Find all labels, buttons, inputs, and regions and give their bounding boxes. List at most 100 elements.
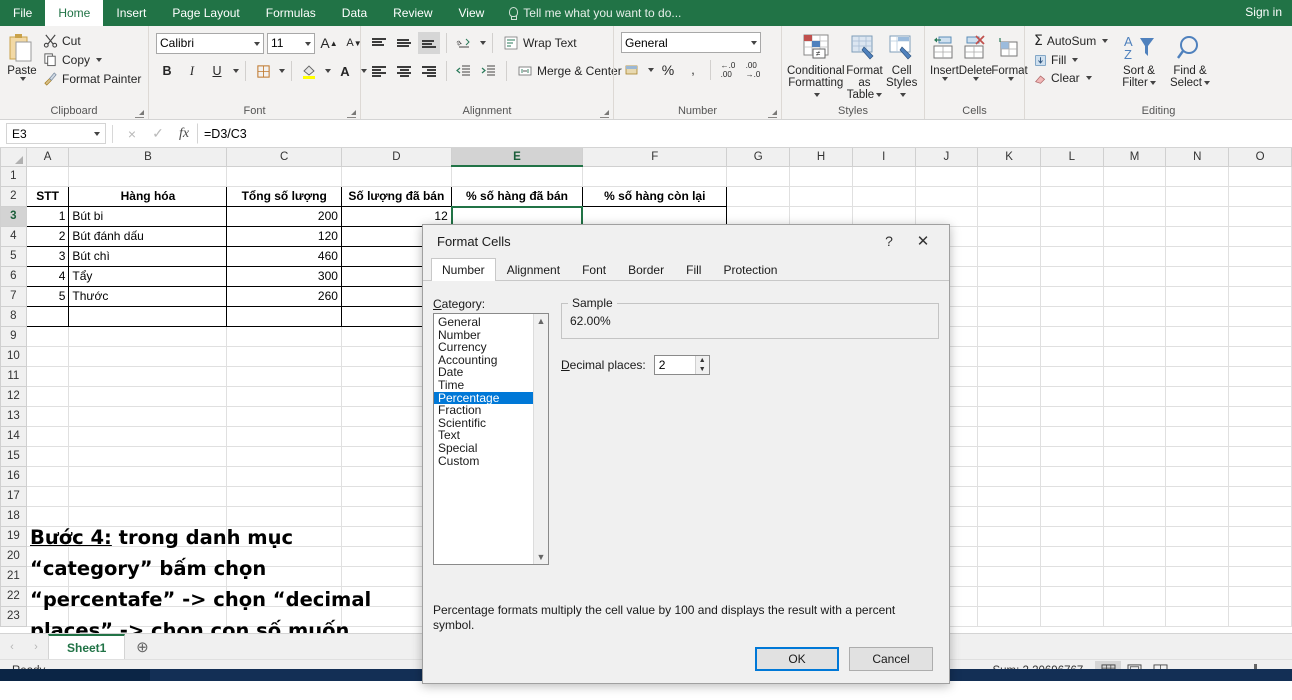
row-header-12[interactable]: 12 bbox=[1, 386, 27, 406]
cell-H3[interactable] bbox=[790, 206, 853, 226]
decrease-indent-button[interactable] bbox=[453, 60, 475, 82]
cell-O9[interactable] bbox=[1229, 326, 1292, 346]
cell-C23[interactable] bbox=[227, 606, 341, 626]
cell-L5[interactable] bbox=[1040, 246, 1103, 266]
category-item-general[interactable]: General bbox=[434, 316, 533, 329]
cell-N7[interactable] bbox=[1166, 286, 1229, 306]
cell-C8[interactable] bbox=[227, 306, 341, 326]
row-header-8[interactable]: 8 bbox=[1, 306, 27, 326]
cell-O13[interactable] bbox=[1229, 406, 1292, 426]
cell-O1[interactable] bbox=[1229, 166, 1292, 186]
cell-C22[interactable] bbox=[227, 586, 341, 606]
cell-C17[interactable] bbox=[227, 486, 341, 506]
row-header-3[interactable]: 3 bbox=[1, 206, 27, 226]
cell-O5[interactable] bbox=[1229, 246, 1292, 266]
cancel-button[interactable]: Cancel bbox=[849, 647, 933, 671]
row-header-17[interactable]: 17 bbox=[1, 486, 27, 506]
cell-B6[interactable]: Tẩy bbox=[69, 266, 227, 286]
ribbon-tab-insert[interactable]: Insert bbox=[103, 0, 159, 26]
align-bottom-button[interactable] bbox=[418, 32, 440, 54]
cell-L12[interactable] bbox=[1040, 386, 1103, 406]
cell-N19[interactable] bbox=[1166, 526, 1229, 546]
cell-O17[interactable] bbox=[1229, 486, 1292, 506]
column-header-f[interactable]: F bbox=[583, 148, 727, 166]
format-as-table-dropdown-icon[interactable] bbox=[876, 93, 882, 97]
cell-N23[interactable] bbox=[1166, 606, 1229, 626]
cell-B4[interactable]: Bút đánh dấu bbox=[69, 226, 227, 246]
cell-K18[interactable] bbox=[978, 506, 1041, 526]
cell-A10[interactable] bbox=[26, 346, 69, 366]
dialog-tab-number[interactable]: Number bbox=[431, 258, 496, 281]
cell-C16[interactable] bbox=[227, 466, 341, 486]
cell-A9[interactable] bbox=[26, 326, 69, 346]
cell-C2[interactable]: Tổng số lượng bbox=[227, 186, 341, 206]
cell-A21[interactable] bbox=[26, 566, 69, 586]
column-header-a[interactable]: A bbox=[26, 148, 69, 166]
decimal-places-input[interactable] bbox=[655, 356, 695, 374]
cell-O20[interactable] bbox=[1229, 546, 1292, 566]
accounting-format-button[interactable] bbox=[621, 59, 643, 81]
format-painter-button[interactable]: Format Painter bbox=[39, 69, 145, 88]
cell-O6[interactable] bbox=[1229, 266, 1292, 286]
row-header-20[interactable]: 20 bbox=[1, 546, 27, 566]
row-header-13[interactable]: 13 bbox=[1, 406, 27, 426]
cell-K4[interactable] bbox=[978, 226, 1041, 246]
align-middle-button[interactable] bbox=[393, 32, 415, 54]
format-as-table-button[interactable]: Format as Table bbox=[845, 29, 885, 103]
cell-O15[interactable] bbox=[1229, 446, 1292, 466]
cell-N5[interactable] bbox=[1166, 246, 1229, 266]
cell-L8[interactable] bbox=[1040, 306, 1103, 326]
cell-H2[interactable] bbox=[790, 186, 853, 206]
cell-L19[interactable] bbox=[1040, 526, 1103, 546]
category-item-time[interactable]: Time bbox=[434, 379, 533, 392]
cell-N14[interactable] bbox=[1166, 426, 1229, 446]
cell-N17[interactable] bbox=[1166, 486, 1229, 506]
category-item-fraction[interactable]: Fraction bbox=[434, 404, 533, 417]
clear-button[interactable]: Clear bbox=[1030, 69, 1114, 87]
font-dialog-launcher[interactable] bbox=[347, 109, 356, 118]
cell-A22[interactable] bbox=[26, 586, 69, 606]
category-item-custom[interactable]: Custom bbox=[434, 455, 533, 468]
cell-O10[interactable] bbox=[1229, 346, 1292, 366]
cell-M2[interactable] bbox=[1103, 186, 1166, 206]
cell-N12[interactable] bbox=[1166, 386, 1229, 406]
tell-me-box[interactable]: Tell me what you want to do... bbox=[497, 0, 691, 26]
format-cells-dropdown-icon[interactable] bbox=[1008, 77, 1014, 81]
cell-M20[interactable] bbox=[1103, 546, 1166, 566]
borders-dropdown-icon[interactable] bbox=[279, 69, 285, 73]
paste-button[interactable]: Paste bbox=[5, 29, 39, 83]
cell-L6[interactable] bbox=[1040, 266, 1103, 286]
cell-A12[interactable] bbox=[26, 386, 69, 406]
cell-M7[interactable] bbox=[1103, 286, 1166, 306]
decimal-increment-icon[interactable]: ▲ bbox=[696, 356, 709, 365]
row-header-11[interactable]: 11 bbox=[1, 366, 27, 386]
font-size-combobox[interactable]: 11 bbox=[267, 33, 315, 54]
cell-N8[interactable] bbox=[1166, 306, 1229, 326]
cell-G1[interactable] bbox=[727, 166, 790, 186]
insert-cells-dropdown-icon[interactable] bbox=[942, 77, 948, 81]
cell-O19[interactable] bbox=[1229, 526, 1292, 546]
enter-formula-button[interactable]: ✓ bbox=[145, 125, 171, 142]
fill-dropdown-icon[interactable] bbox=[1072, 58, 1078, 62]
cell-N10[interactable] bbox=[1166, 346, 1229, 366]
cell-H1[interactable] bbox=[790, 166, 853, 186]
cell-K22[interactable] bbox=[978, 586, 1041, 606]
cell-B7[interactable]: Thước bbox=[69, 286, 227, 306]
cell-N13[interactable] bbox=[1166, 406, 1229, 426]
cell-B23[interactable] bbox=[69, 606, 227, 626]
cell-A14[interactable] bbox=[26, 426, 69, 446]
cancel-formula-button[interactable]: × bbox=[119, 126, 145, 142]
cell-O21[interactable] bbox=[1229, 566, 1292, 586]
cell-O8[interactable] bbox=[1229, 306, 1292, 326]
cell-N3[interactable] bbox=[1166, 206, 1229, 226]
fill-button[interactable]: Fill bbox=[1030, 51, 1114, 69]
category-list[interactable]: GeneralNumberCurrencyAccountingDateTimeP… bbox=[434, 314, 533, 564]
cell-M8[interactable] bbox=[1103, 306, 1166, 326]
copy-button[interactable]: Copy bbox=[39, 50, 145, 69]
cell-N18[interactable] bbox=[1166, 506, 1229, 526]
sheet-prev-button[interactable]: ‹ bbox=[0, 641, 24, 653]
cell-B8[interactable] bbox=[69, 306, 227, 326]
ok-button[interactable]: OK bbox=[755, 647, 839, 671]
column-header-l[interactable]: L bbox=[1040, 148, 1103, 166]
cell-B5[interactable]: Bút chì bbox=[69, 246, 227, 266]
